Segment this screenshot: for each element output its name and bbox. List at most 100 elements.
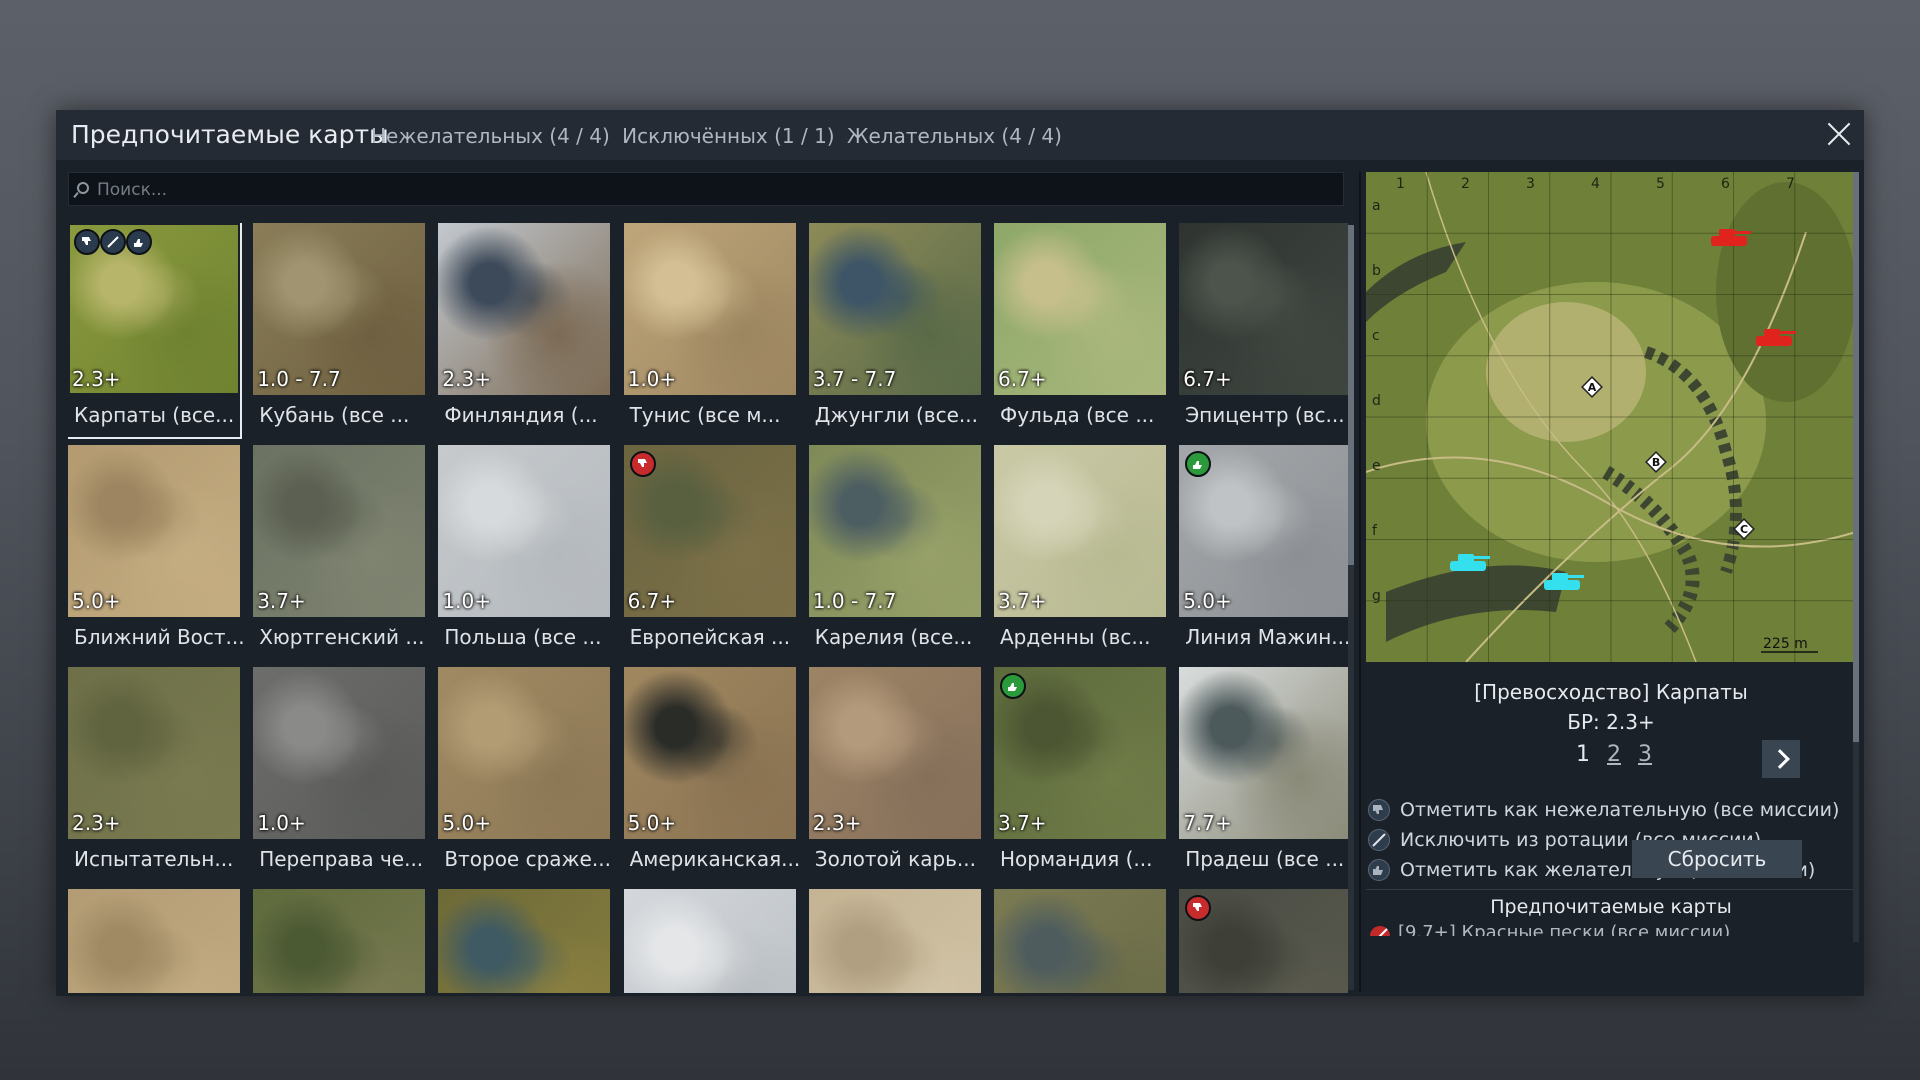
- page-1[interactable]: 1: [1576, 742, 1590, 767]
- map-br: 2.3+: [72, 811, 121, 835]
- mark-disliked-label: Отметить как нежелательную (все миссии): [1400, 799, 1840, 821]
- map-tile[interactable]: [253, 889, 426, 993]
- map-name: Фульда (все ...: [1000, 403, 1155, 427]
- map-name: Тунис (все м...: [629, 403, 781, 427]
- map-name: Европейская ...: [629, 625, 791, 649]
- grid-col-label: 4: [1591, 176, 1600, 192]
- map-tile[interactable]: [1179, 889, 1348, 993]
- map-thumbnail: [68, 889, 240, 993]
- map-tile[interactable]: [438, 889, 611, 993]
- tank-part: [1544, 580, 1580, 590]
- close-icon[interactable]: [1824, 119, 1854, 149]
- map-grid: 2.3+ Карпаты (все... 1.0 - 7.7 Кубань (все …: [68, 223, 1348, 993]
- map-tile[interactable]: 5.0+ Второе сраже...: [438, 667, 611, 871]
- thumbs-down-icon: [629, 451, 656, 477]
- preferred-list-title: Предпочитаемые карты: [1490, 896, 1732, 918]
- tank-part: [1778, 331, 1796, 334]
- map-thumbnail: [253, 889, 426, 993]
- map-br: 3.7+: [998, 589, 1047, 613]
- map-name: Эпицентр (вс...: [1185, 403, 1345, 427]
- map-tile[interactable]: 6.7+ Эпицентр (вс...: [1179, 223, 1348, 427]
- capture-point-label: B: [1652, 456, 1660, 469]
- divider: [1359, 172, 1361, 992]
- map-tile[interactable]: 1.0+ Переправа че...: [253, 667, 426, 871]
- scrollbar-thumb[interactable]: [1853, 172, 1859, 742]
- capture-point-label: C: [1740, 523, 1748, 536]
- terrain-forest: [1716, 182, 1856, 402]
- map-thumbnail: [994, 889, 1166, 993]
- ban-icon: [1370, 926, 1390, 936]
- count-liked: Желательных (4 / 4): [846, 124, 1062, 148]
- map-tile[interactable]: 1.0 - 7.7 Кубань (все ...: [253, 223, 426, 427]
- map-tile[interactable]: 7.7+ Прадеш (все ...: [1179, 667, 1348, 871]
- pager: 1 2 3: [1576, 742, 1662, 767]
- preferred-list-item[interactable]: [9.7+] Красные пески (все миссии): [1366, 922, 1856, 936]
- map-br: 2.3+: [812, 811, 862, 835]
- map-tile[interactable]: 2.3+ Испытательн...: [68, 667, 240, 871]
- map-tile[interactable]: 1.0 - 7.7 Карелия (все...: [808, 445, 981, 649]
- map-tile[interactable]: 3.7+ Нормандия (...: [994, 667, 1166, 871]
- tank-part: [1764, 329, 1780, 337]
- map-tile[interactable]: [808, 889, 981, 993]
- map-br: 6.7+: [1183, 367, 1232, 391]
- map-name: Ближний Вост...: [74, 625, 245, 649]
- tank-part: [1566, 575, 1584, 578]
- map-tile[interactable]: [623, 889, 796, 993]
- map-tile[interactable]: 6.7+ Европейская ...: [623, 445, 796, 649]
- mark-disliked-action[interactable]: Отметить как нежелательную (все миссии): [1366, 796, 1856, 826]
- map-tile[interactable]: 1.0+ Тунис (все м...: [623, 223, 796, 427]
- map-tile[interactable]: 3.7+ Арденны (вс...: [994, 445, 1166, 649]
- page-2[interactable]: 2: [1607, 742, 1621, 767]
- grid-row-label: e: [1372, 458, 1381, 474]
- map-tile[interactable]: 6.7+ Фульда (все ...: [994, 223, 1166, 427]
- map-tile[interactable]: 2.3+ Финляндия (...: [438, 223, 611, 427]
- thumbs-up-icon: [1000, 673, 1026, 699]
- map-br: 5.0+: [627, 811, 677, 835]
- map-name: Испытательн...: [74, 847, 234, 871]
- map-name: Польша (все ...: [444, 625, 602, 649]
- map-tile[interactable]: 2.3+ Золотой карь...: [808, 667, 981, 871]
- grid-col-label: 2: [1461, 176, 1470, 192]
- minimap-svg: 1 2 3 4 5 6 7abcdefgABC225 m: [1366, 172, 1856, 662]
- scale-label: 225 m: [1763, 636, 1808, 652]
- map-br: 1.0+: [257, 811, 306, 835]
- map-tile[interactable]: 5.0+ Линия Мажин...: [1179, 445, 1348, 649]
- map-tile[interactable]: 1.0+ Польша (все ...: [438, 445, 611, 649]
- details-scrollbar[interactable]: [1853, 172, 1859, 942]
- map-name: Нормандия (...: [1000, 847, 1153, 871]
- scrollbar-thumb[interactable]: [1348, 225, 1354, 565]
- grid-row-label: g: [1372, 588, 1381, 604]
- map-br: 5.0+: [442, 811, 491, 835]
- map-name: Карпаты (все...: [74, 403, 235, 427]
- map-br: 3.7+: [998, 811, 1047, 835]
- map-name: Золотой карь...: [814, 847, 977, 871]
- reset-button[interactable]: Сбросить: [1632, 840, 1802, 878]
- map-tile[interactable]: [994, 889, 1166, 993]
- thumbs-down-icon: [74, 229, 100, 255]
- map-tile[interactable]: 3.7+ Хюртгенский ...: [253, 445, 426, 649]
- map-name: Переправа че...: [259, 847, 424, 871]
- grid-col-label: 1: [1396, 176, 1405, 192]
- map-thumbnail: [808, 889, 981, 993]
- counts: Нежелательных (4 / 4) Исключённых (1 / 1…: [371, 124, 1068, 148]
- map-name: Арденны (вс...: [1000, 625, 1151, 649]
- map-tile[interactable]: 5.0+ Американская...: [623, 667, 800, 871]
- map-grid-scrollbar[interactable]: [1348, 225, 1354, 990]
- map-tile[interactable]: [68, 889, 240, 993]
- next-page-button[interactable]: [1762, 740, 1800, 778]
- map-br: 5.0+: [72, 589, 121, 613]
- count-disliked: Нежелательных (4 / 4): [371, 124, 610, 148]
- map-thumbnail: [438, 889, 611, 993]
- map-name: Карелия (все...: [814, 625, 973, 649]
- map-tile[interactable]: 5.0+ Ближний Вост...: [68, 445, 245, 649]
- map-br: 3.7 - 7.7: [812, 367, 897, 391]
- search-input[interactable]: [95, 173, 1339, 207]
- grid-col-label: 5: [1656, 176, 1665, 192]
- grid-col-label: 3: [1526, 176, 1535, 192]
- map-tile[interactable]: 2.3+ Карпаты (все...: [68, 223, 242, 439]
- map-br: 1.0+: [627, 367, 677, 391]
- map-tile[interactable]: 3.7 - 7.7 Джунгли (все...: [808, 223, 981, 427]
- map-br: 1.0+: [442, 589, 491, 613]
- page-3[interactable]: 3: [1638, 742, 1652, 767]
- map-name: Прадеш (все ...: [1185, 847, 1345, 871]
